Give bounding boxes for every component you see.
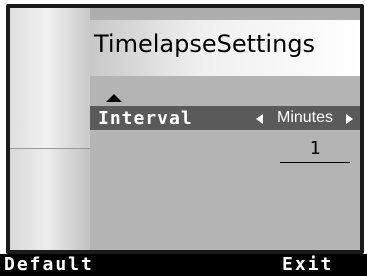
camera-screen: TimelapseSettings Interval Minutes 1 Def… [0, 0, 367, 276]
title-bar: TimelapseSettings [90, 20, 360, 78]
default-button[interactable]: Default [4, 254, 94, 276]
value-underline [280, 162, 350, 163]
menu-row-label: Interval [98, 108, 193, 129]
softkey-bar: Default Exit [0, 254, 367, 276]
page-title: TimelapseSettings [94, 30, 316, 58]
interval-unit-select[interactable]: Minutes [265, 109, 345, 127]
menu-row-interval[interactable]: Interval Minutes [90, 106, 360, 130]
triangle-left-icon[interactable] [256, 114, 263, 124]
scroll-up-icon[interactable] [106, 94, 122, 102]
menu-area: Interval Minutes 1 [90, 76, 360, 250]
triangle-right-icon[interactable] [346, 114, 353, 124]
exit-button[interactable]: Exit [282, 254, 333, 276]
interval-value-field[interactable]: 1 [280, 138, 350, 159]
settings-panel: TimelapseSettings Interval Minutes 1 [10, 8, 360, 250]
sidebar-lower [10, 148, 90, 250]
